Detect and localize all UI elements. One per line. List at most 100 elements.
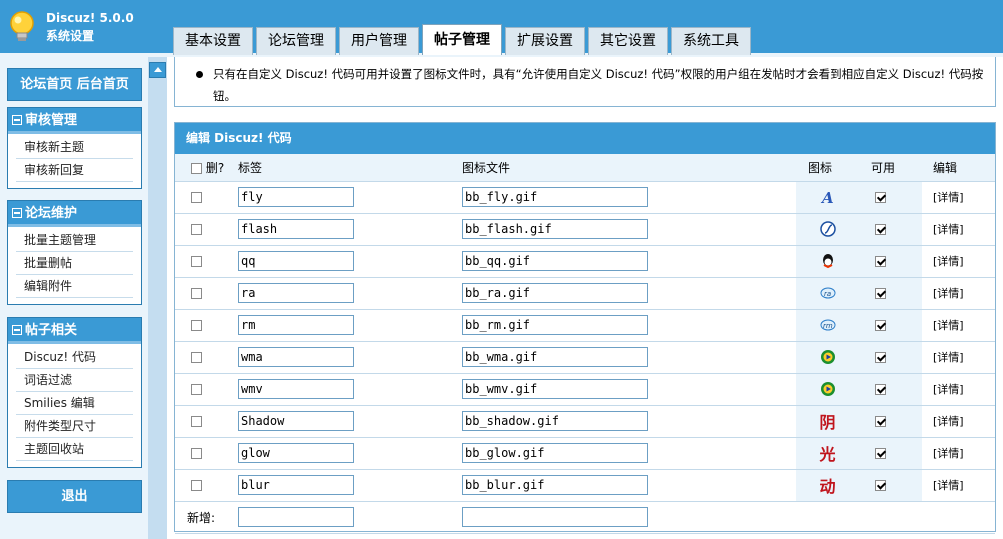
sidebar-item-batch-delete[interactable]: 批量删帖 [16,252,133,275]
tag-input[interactable] [238,187,354,207]
icon-file-input[interactable] [462,379,648,399]
sidebar-item-word-filter[interactable]: 词语过滤 [16,369,133,392]
delete-checkbox[interactable] [191,224,202,235]
detail-link[interactable]: [详情] [933,415,964,428]
delete-checkbox[interactable] [191,384,202,395]
svg-text:rm: rm [823,322,833,330]
tab-extension-settings[interactable]: 扩展设置 [505,27,585,55]
tag-input[interactable] [238,251,354,271]
detail-link[interactable]: [详情] [933,383,964,396]
forum-home-link[interactable]: 论坛首页 [20,77,72,92]
icon-file-input[interactable] [462,315,648,335]
ra-icon: ra [819,286,837,300]
table-header-row: 删? 标签 图标文件 图标 可用 编辑 [175,154,995,182]
select-all-checkbox[interactable] [191,162,202,174]
notice-box: 只有在自定义 Discuz! 代码可用并设置了图标文件时，具有“允许使用自定义 … [174,57,996,107]
detail-link[interactable]: [详情] [933,191,964,204]
menu-maintenance-header[interactable]: 论坛维护 [8,201,141,227]
tab-other-settings[interactable]: 其它设置 [588,27,668,55]
tab-system-tools[interactable]: 系统工具 [671,27,751,55]
icon-file-input[interactable] [462,411,648,431]
enabled-checkbox[interactable] [875,480,886,491]
enabled-checkbox[interactable] [875,224,886,235]
col-tag: 标签 [225,154,449,182]
detail-link[interactable]: [详情] [933,351,964,364]
enabled-checkbox[interactable] [875,320,886,331]
sidebar-item-recycle-bin[interactable]: 主题回收站 [16,438,133,461]
delete-checkbox[interactable] [191,320,202,331]
detail-link[interactable]: [详情] [933,287,964,300]
delete-checkbox[interactable] [191,256,202,267]
sidebar-item-discuz-code[interactable]: Discuz! 代码 [16,346,133,369]
new-icon-file-input[interactable] [462,507,648,527]
tag-input[interactable] [238,443,354,463]
collapse-sidebar-arrow-icon[interactable] [149,62,166,78]
sidebar-item-edit-attachments[interactable]: 编辑附件 [16,275,133,298]
enabled-checkbox[interactable] [875,448,886,459]
new-row-label: 新增: [175,501,225,534]
tab-basic-settings[interactable]: 基本设置 [173,27,253,55]
enabled-checkbox[interactable] [875,256,886,267]
tab-user-management[interactable]: 用户管理 [339,27,419,55]
tag-input[interactable] [238,347,354,367]
tag-input[interactable] [238,283,354,303]
enabled-checkbox[interactable] [875,416,886,427]
icon-file-input[interactable] [462,347,648,367]
menu-posts-header[interactable]: 帖子相关 [8,318,141,344]
col-delete: 删? [175,154,225,182]
logout-button[interactable]: 退出 [7,480,142,513]
icon-file-input[interactable] [462,187,648,207]
fly-icon: A [819,189,837,206]
delete-checkbox[interactable] [191,288,202,299]
tag-input[interactable] [238,315,354,335]
bullet-icon [196,71,203,78]
tag-input[interactable] [238,379,354,399]
enabled-checkbox[interactable] [875,384,886,395]
table-row: [详情] [175,213,995,246]
svg-text:ra: ra [824,290,831,298]
detail-link[interactable]: [详情] [933,223,964,236]
collapse-icon [12,325,22,335]
tab-forum-management[interactable]: 论坛管理 [256,27,336,55]
detail-link[interactable]: [详情] [933,447,964,460]
tag-input[interactable] [238,411,354,431]
enabled-checkbox[interactable] [875,192,886,203]
detail-link[interactable]: [详情] [933,319,964,332]
icon-file-input[interactable] [462,283,648,303]
delete-checkbox[interactable] [191,352,202,363]
icon-file-input[interactable] [462,251,648,271]
detail-link[interactable]: [详情] [933,255,964,268]
main-tabs: 基本设置 论坛管理 用户管理 帖子管理 扩展设置 其它设置 系统工具 [173,24,754,55]
delete-checkbox[interactable] [191,192,202,203]
tag-input[interactable] [238,475,354,495]
sidebar-item-batch-threads[interactable]: 批量主题管理 [16,229,133,252]
shadow-icon: 阴 [819,413,836,432]
qq-icon [819,254,837,269]
tag-input[interactable] [238,219,354,239]
wmv-icon [819,382,837,396]
icon-file-input[interactable] [462,219,648,239]
menu-review-header[interactable]: 审核管理 [8,108,141,134]
delete-checkbox[interactable] [191,416,202,427]
icon-file-input[interactable] [462,443,648,463]
detail-link[interactable]: [详情] [933,479,964,492]
enabled-checkbox[interactable] [875,352,886,363]
tab-post-management[interactable]: 帖子管理 [422,24,502,55]
icon-file-input[interactable] [462,475,648,495]
delete-checkbox[interactable] [191,480,202,491]
sidebar-item-smilies[interactable]: Smilies 编辑 [16,392,133,415]
admin-home-link[interactable]: 后台首页 [77,77,129,92]
sidebar-item-review-replies[interactable]: 审核新回复 [16,159,133,182]
sidebar-item-attachment-types[interactable]: 附件类型尺寸 [16,415,133,438]
table-row: 动 [详情] [175,469,995,502]
delete-checkbox[interactable] [191,448,202,459]
new-tag-input[interactable] [238,507,354,527]
enabled-checkbox[interactable] [875,288,886,299]
table-row: [详情] [175,373,995,406]
collapse-icon [12,115,22,125]
col-icon-file: 图标文件 [449,154,796,182]
menu-review-title: 审核管理 [25,113,78,128]
wma-icon [819,350,837,364]
collapse-icon [12,208,22,218]
sidebar-item-review-threads[interactable]: 审核新主题 [16,136,133,159]
